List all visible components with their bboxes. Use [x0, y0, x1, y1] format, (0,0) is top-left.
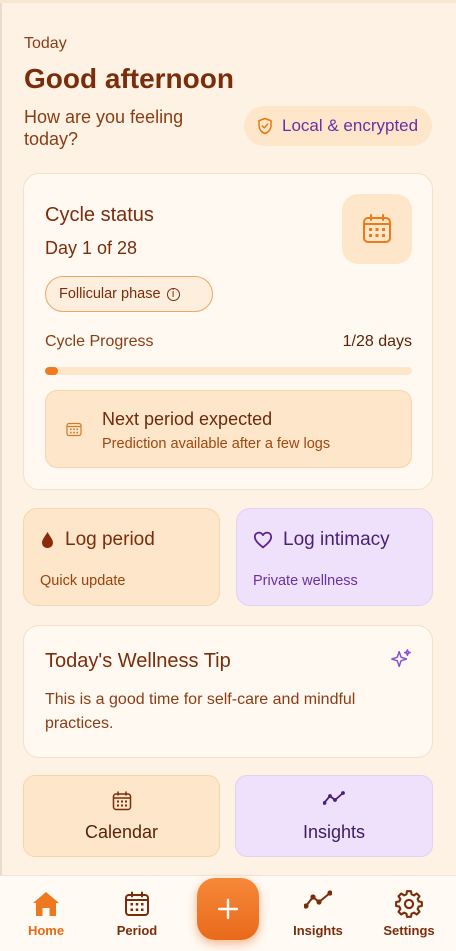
plus-icon	[217, 898, 239, 920]
privacy-badge: Local & encrypted	[244, 106, 432, 146]
left-edge	[0, 0, 2, 951]
nav-period-label: Period	[116, 923, 158, 938]
drop-icon	[42, 532, 53, 548]
cycle-status-card: Cycle status Day 1 of 28 Follicular phas…	[23, 173, 433, 490]
nav-period[interactable]: Period	[97, 876, 177, 951]
log-period-heading: Log period	[40, 529, 155, 551]
shield-check-icon	[258, 117, 272, 135]
home-icon	[33, 892, 59, 916]
calendar-icon	[112, 791, 131, 811]
trend-icon	[323, 791, 345, 805]
cycle-status-title: Cycle status	[45, 204, 154, 226]
nav-insights[interactable]: Insights	[278, 876, 358, 951]
gear-icon	[395, 890, 423, 918]
log-period-button[interactable]: Log period Quick update	[23, 508, 220, 606]
nav-settings-label: Settings	[383, 923, 435, 938]
cycle-progress-fill	[45, 367, 59, 375]
nav-home-label: Home	[27, 923, 65, 938]
cycle-day: Day 1 of 28	[45, 238, 138, 258]
log-period-subtitle: Quick update	[40, 573, 126, 589]
heart-icon	[253, 531, 273, 549]
log-intimacy-button[interactable]: Log intimacy Private wellness	[236, 508, 433, 606]
cycle-progress-label: Cycle Progress	[45, 333, 154, 350]
calendar-icon	[125, 891, 149, 916]
calendar-button[interactable]	[342, 194, 412, 264]
next-period-panel: Next period expected Prediction availabl…	[45, 390, 412, 468]
bottom-nav: Home Period Insights Settings	[0, 875, 456, 951]
sparkle-icon	[391, 649, 411, 668]
trend-icon	[304, 890, 332, 909]
log-intimacy-title: Log intimacy	[283, 529, 390, 550]
nav-insights-label: Insights	[293, 923, 343, 938]
phase-chip[interactable]: Follicular phase i	[45, 276, 213, 312]
wellness-tip-title: Today's Wellness Tip	[45, 650, 231, 672]
next-period-title: Next period expected	[102, 409, 273, 429]
wellness-tip-body: This is a good time for self-care and mi…	[45, 691, 356, 732]
insights-quick-link-label: Insights	[302, 822, 366, 842]
phase-label: Follicular phase	[59, 286, 161, 302]
calendar-icon	[363, 214, 391, 243]
cycle-progress-bar	[45, 367, 412, 375]
greeting-title: Good afternoon	[24, 63, 234, 94]
log-intimacy-heading: Log intimacy	[253, 529, 390, 551]
nav-settings[interactable]: Settings	[369, 876, 449, 951]
date-eyebrow: Today	[24, 35, 67, 52]
info-icon: i	[166, 287, 180, 301]
add-log-button[interactable]	[197, 878, 259, 940]
nav-home[interactable]: Home	[6, 876, 86, 951]
cycle-progress-value: 1/28 days	[342, 333, 412, 350]
wellness-tip-card: Today's Wellness Tip This is a good time…	[23, 625, 433, 758]
next-period-subtitle: Prediction available after a few logs	[102, 436, 331, 452]
top-edge	[0, 0, 456, 3]
insights-quick-link[interactable]: Insights	[235, 775, 433, 857]
mood-prompt: How are you feeling today?	[24, 107, 184, 149]
privacy-badge-label: Local & encrypted	[282, 116, 419, 135]
log-intimacy-subtitle: Private wellness	[253, 573, 358, 589]
calendar-quick-link[interactable]: Calendar	[23, 775, 220, 857]
calendar-quick-link-label: Calendar	[84, 822, 159, 842]
calendar-icon	[66, 422, 82, 437]
log-period-title: Log period	[65, 529, 155, 550]
